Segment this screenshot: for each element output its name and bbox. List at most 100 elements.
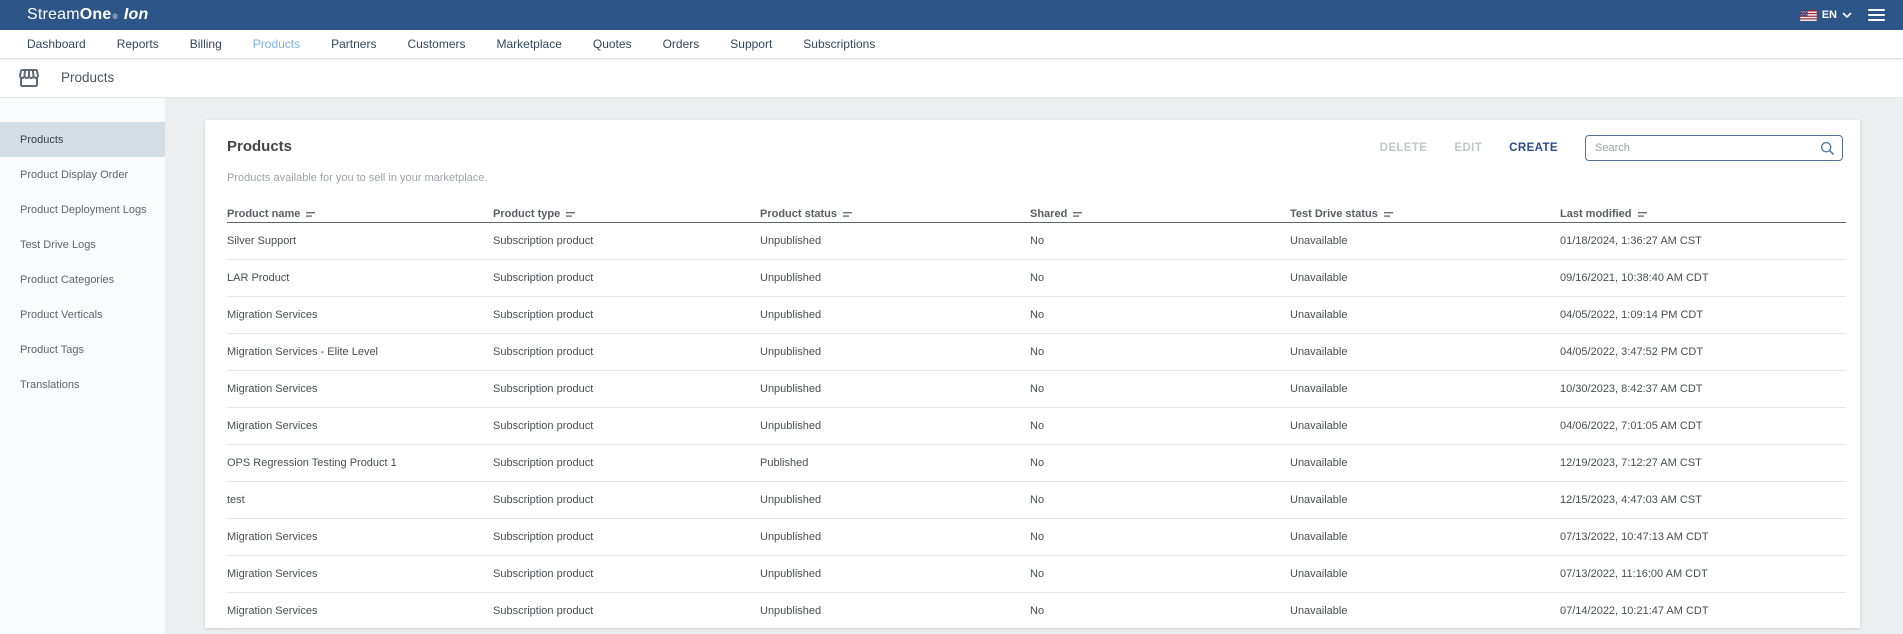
column-label: Product type	[493, 208, 560, 220]
sidebar-item-products[interactable]: Products	[0, 122, 165, 157]
sidebar-item-product-verticals[interactable]: Product Verticals	[0, 297, 165, 332]
cell-product-status: Unpublished	[760, 605, 1030, 617]
cell-last-modified: 07/13/2022, 10:47:13 AM CDT	[1560, 531, 1846, 543]
column-header-shared[interactable]: Shared	[1030, 208, 1290, 220]
sort-icon	[1073, 210, 1084, 219]
nav-tab-dashboard[interactable]: Dashboard	[27, 37, 86, 51]
sidebar-item-product-tags[interactable]: Product Tags	[0, 332, 165, 367]
brand-one: One	[80, 6, 112, 24]
cell-test-drive-status: Unavailable	[1290, 383, 1560, 395]
column-header-product-type[interactable]: Product type	[493, 208, 760, 220]
page-subtitle: Products available for you to sell in yo…	[227, 172, 487, 184]
storefront-icon	[17, 66, 41, 90]
cell-test-drive-status: Unavailable	[1290, 531, 1560, 543]
sort-icon	[306, 210, 317, 219]
cell-last-modified: 01/18/2024, 1:36:27 AM CST	[1560, 235, 1846, 247]
table-row[interactable]: Migration ServicesSubscription productUn…	[227, 593, 1846, 630]
cell-test-drive-status: Unavailable	[1290, 420, 1560, 432]
cell-last-modified: 04/05/2022, 1:09:14 PM CDT	[1560, 309, 1846, 321]
edit-button[interactable]: EDIT	[1454, 142, 1482, 154]
sidebar-item-product-categories[interactable]: Product Categories	[0, 262, 165, 297]
nav-tab-orders[interactable]: Orders	[663, 37, 700, 51]
sidebar-item-translations[interactable]: Translations	[0, 367, 165, 402]
cell-shared: No	[1030, 494, 1290, 506]
language-selector[interactable]: EN	[1800, 9, 1852, 21]
sort-icon	[1384, 210, 1395, 219]
table-actions: DELETE EDIT CREATE	[1380, 135, 1843, 161]
column-label: Test Drive status	[1290, 208, 1378, 220]
cell-product-status: Unpublished	[760, 309, 1030, 321]
table-row[interactable]: Silver SupportSubscription productUnpubl…	[227, 223, 1846, 260]
table-row[interactable]: OPS Regression Testing Product 1Subscrip…	[227, 445, 1846, 482]
nav-tab-products[interactable]: Products	[253, 37, 300, 51]
cell-product-name: Migration Services - Elite Level	[227, 346, 493, 358]
cell-product-name: Migration Services	[227, 309, 493, 321]
table-row[interactable]: Migration ServicesSubscription productUn…	[227, 297, 1846, 334]
page-title: Products	[227, 138, 292, 155]
language-code: EN	[1822, 9, 1837, 21]
nav-tab-billing[interactable]: Billing	[190, 37, 222, 51]
sidebar-item-product-display-order[interactable]: Product Display Order	[0, 157, 165, 192]
cell-product-name: Migration Services	[227, 568, 493, 580]
nav-tab-quotes[interactable]: Quotes	[593, 37, 632, 51]
sort-icon	[566, 210, 577, 219]
nav-tab-partners[interactable]: Partners	[331, 37, 376, 51]
column-header-product-status[interactable]: Product status	[760, 208, 1030, 220]
table-row[interactable]: Migration ServicesSubscription productUn…	[227, 408, 1846, 445]
topbar: StreamOne®Ion EN	[0, 0, 1903, 30]
sidebar: ProductsProduct Display OrderProduct Dep…	[0, 98, 165, 634]
cell-product-name: Migration Services	[227, 605, 493, 617]
delete-button[interactable]: DELETE	[1380, 142, 1428, 154]
nav-tab-marketplace[interactable]: Marketplace	[497, 37, 562, 51]
search-box	[1585, 135, 1843, 161]
products-table: Product nameProduct type Product status Sh…	[227, 206, 1846, 630]
cell-product-status: Unpublished	[760, 235, 1030, 247]
cell-product-type: Subscription product	[493, 494, 760, 506]
section-title: Products	[61, 70, 114, 85]
table-row[interactable]: testSubscription productUnpublishedNoUna…	[227, 482, 1846, 519]
cell-shared: No	[1030, 346, 1290, 358]
table-row[interactable]: Migration Services - Elite LevelSubscrip…	[227, 334, 1846, 371]
sidebar-item-test-drive-logs[interactable]: Test Drive Logs	[0, 227, 165, 262]
search-icon[interactable]	[1820, 141, 1835, 156]
nav-tab-support[interactable]: Support	[730, 37, 772, 51]
cell-product-type: Subscription product	[493, 457, 760, 469]
column-header-product-name[interactable]: Product name	[227, 208, 493, 220]
cell-shared: No	[1030, 383, 1290, 395]
nav-tab-reports[interactable]: Reports	[117, 37, 159, 51]
cell-last-modified: 10/30/2023, 8:42:37 AM CDT	[1560, 383, 1846, 395]
registered-mark: ®	[113, 14, 118, 21]
cell-product-type: Subscription product	[493, 346, 760, 358]
cell-product-status: Unpublished	[760, 568, 1030, 580]
cell-product-type: Subscription product	[493, 568, 760, 580]
cell-product-status: Unpublished	[760, 494, 1030, 506]
table-row[interactable]: LAR ProductSubscription productUnpublish…	[227, 260, 1846, 297]
sort-icon	[1638, 210, 1649, 219]
table-row[interactable]: Migration ServicesSubscription productUn…	[227, 519, 1846, 556]
cell-shared: No	[1030, 420, 1290, 432]
table-row[interactable]: Migration ServicesSubscription productUn…	[227, 556, 1846, 593]
column-header-last-modified[interactable]: Last modified	[1560, 208, 1846, 220]
cell-test-drive-status: Unavailable	[1290, 235, 1560, 247]
table-body: Silver SupportSubscription productUnpubl…	[227, 223, 1846, 630]
cell-product-status: Unpublished	[760, 420, 1030, 432]
nav-tab-customers[interactable]: Customers	[407, 37, 465, 51]
cell-product-name: Silver Support	[227, 235, 493, 247]
cell-shared: No	[1030, 531, 1290, 543]
cell-test-drive-status: Unavailable	[1290, 457, 1560, 469]
cell-product-name: LAR Product	[227, 272, 493, 284]
hamburger-menu-icon[interactable]	[1866, 6, 1887, 24]
cell-shared: No	[1030, 457, 1290, 469]
create-button[interactable]: CREATE	[1509, 142, 1558, 154]
cell-product-status: Unpublished	[760, 272, 1030, 284]
column-header-test-drive-status[interactable]: Test Drive status	[1290, 208, 1560, 220]
table-row[interactable]: Migration ServicesSubscription productUn…	[227, 371, 1846, 408]
nav-tab-subscriptions[interactable]: Subscriptions	[803, 37, 875, 51]
cell-test-drive-status: Unavailable	[1290, 494, 1560, 506]
cell-product-name: test	[227, 494, 493, 506]
cell-last-modified: 12/19/2023, 7:12:27 AM CST	[1560, 457, 1846, 469]
sidebar-item-product-deployment-logs[interactable]: Product Deployment Logs	[0, 192, 165, 227]
search-input[interactable]	[1586, 142, 1820, 154]
column-label: Product status	[760, 208, 837, 220]
cell-shared: No	[1030, 235, 1290, 247]
